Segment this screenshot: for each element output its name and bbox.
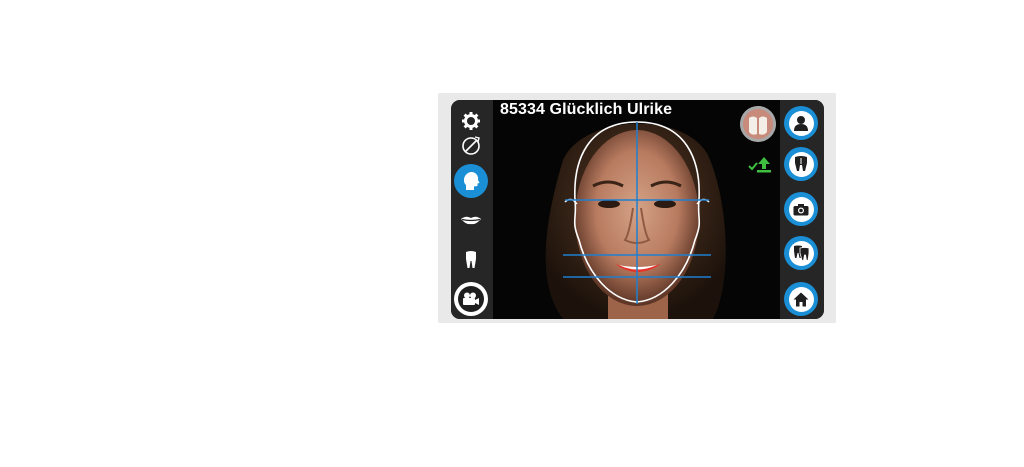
patient-button-inner: [788, 110, 814, 136]
patient-button[interactable]: [784, 106, 818, 140]
tooth-icon: [795, 156, 807, 171]
app-screen: 85334 Glücklich Ulrike: [451, 100, 824, 319]
rotate-button[interactable]: [458, 133, 484, 159]
home-button[interactable]: [784, 282, 818, 316]
left-toolbar: [451, 100, 493, 319]
teeth-library-button-inner: [788, 240, 814, 266]
home-icon: [793, 292, 809, 306]
upload-check-icon[interactable]: [748, 154, 772, 174]
right-toolbar: [780, 100, 824, 319]
camera-button-inner: [788, 196, 814, 222]
video-button[interactable]: [454, 282, 488, 316]
camera-icon: [793, 203, 809, 215]
teeth-button-inner: [788, 151, 814, 177]
lips-icon: [461, 216, 481, 225]
video-camera-icon: [463, 292, 479, 305]
face-analysis-svg: [545, 121, 726, 319]
camera-button[interactable]: [784, 192, 818, 226]
teeth-thumbnail[interactable]: [740, 106, 776, 142]
teeth-stack-icon: [793, 245, 809, 261]
right-eye: [654, 200, 676, 208]
gear-icon: [462, 112, 480, 130]
face-mode-button[interactable]: [454, 164, 488, 198]
video-button-inner: [458, 286, 484, 312]
home-button-inner: [788, 286, 814, 312]
teeth-library-button[interactable]: [784, 236, 818, 270]
patient-name-label: 85334 Glücklich Ulrike: [500, 101, 673, 118]
settings-button[interactable]: [458, 108, 484, 134]
head-profile-icon: [463, 171, 480, 190]
tooth-button[interactable]: [458, 247, 484, 273]
teeth-button[interactable]: [784, 147, 818, 181]
tooth-icon: [466, 251, 476, 268]
lips-button[interactable]: [458, 207, 484, 233]
left-eye: [598, 200, 620, 208]
user-icon: [794, 116, 808, 131]
face-photo-canvas[interactable]: [493, 100, 780, 319]
rotate-icon: [462, 136, 480, 155]
teeth-preview-icon: [740, 106, 776, 142]
